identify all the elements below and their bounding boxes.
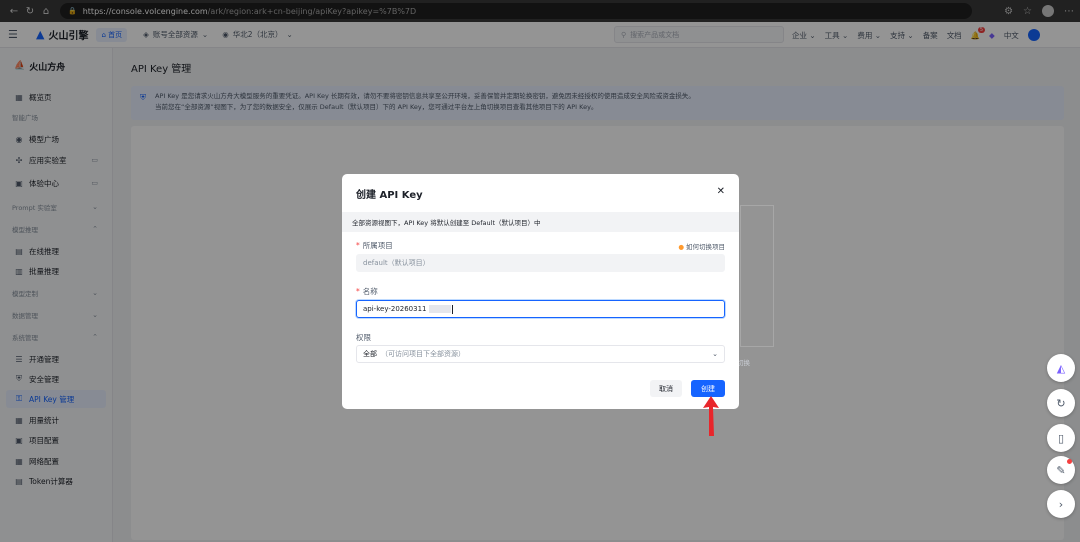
project-field: default（默认项目） bbox=[356, 254, 725, 272]
help-link-text: 如何切换项目 bbox=[686, 243, 725, 251]
close-icon[interactable]: ✕ bbox=[717, 186, 725, 197]
ai-assistant-icon: ◭ bbox=[1056, 361, 1066, 375]
lightbulb-icon: ● bbox=[678, 243, 684, 251]
feedback-button[interactable]: ✎ bbox=[1047, 456, 1075, 484]
notification-dot bbox=[1067, 459, 1072, 464]
background-panel bbox=[740, 205, 774, 347]
help-link[interactable]: ● 如何切换项目 bbox=[678, 241, 725, 251]
chevron-down-icon: ⌄ bbox=[712, 350, 718, 358]
dialog-banner: 全部资源视图下，API Key 将默认创建至 Default（默认项目）中 bbox=[342, 212, 739, 232]
feedback-icon: ✎ bbox=[1056, 463, 1066, 477]
chevron-right-icon: › bbox=[1058, 497, 1064, 511]
name-label-text: 名称 bbox=[362, 287, 378, 296]
required-mark: * bbox=[356, 287, 360, 296]
create-api-key-dialog: 创建 API Key ✕ 全部资源视图下，API Key 将默认创建至 Defa… bbox=[342, 174, 739, 409]
headset-icon: ↻ bbox=[1056, 396, 1066, 410]
dialog-title: 创建 API Key bbox=[356, 190, 423, 201]
text-caret bbox=[451, 304, 453, 314]
permission-value: 全部 bbox=[363, 350, 377, 358]
name-input[interactable]: api-key-20260311 bbox=[356, 300, 725, 318]
cancel-button[interactable]: 取消 bbox=[650, 380, 682, 397]
annotation-arrow-icon bbox=[703, 396, 719, 436]
name-label: * 名称 bbox=[356, 286, 378, 297]
expand-button[interactable]: › bbox=[1047, 490, 1075, 518]
required-mark: * bbox=[356, 241, 360, 250]
ai-assistant-button[interactable]: ◭ bbox=[1047, 354, 1075, 382]
redacted-block bbox=[428, 305, 451, 313]
project-label-text: 所属项目 bbox=[362, 241, 393, 250]
book-icon: ▯ bbox=[1057, 431, 1065, 445]
project-value: default（默认项目） bbox=[363, 259, 430, 267]
name-value: api-key-20260311 bbox=[363, 305, 427, 313]
customer-service-button[interactable]: ↻ bbox=[1047, 389, 1075, 417]
permission-label: 权限 bbox=[356, 333, 371, 342]
project-label: * 所属项目 bbox=[356, 240, 393, 251]
permission-select[interactable]: 全部 （可访问项目下全部资源） ⌄ bbox=[356, 345, 725, 363]
permission-sub: （可访问项目下全部资源） bbox=[381, 350, 465, 358]
create-button[interactable]: 创建 bbox=[691, 380, 725, 397]
docs-button[interactable]: ▯ bbox=[1047, 424, 1075, 452]
